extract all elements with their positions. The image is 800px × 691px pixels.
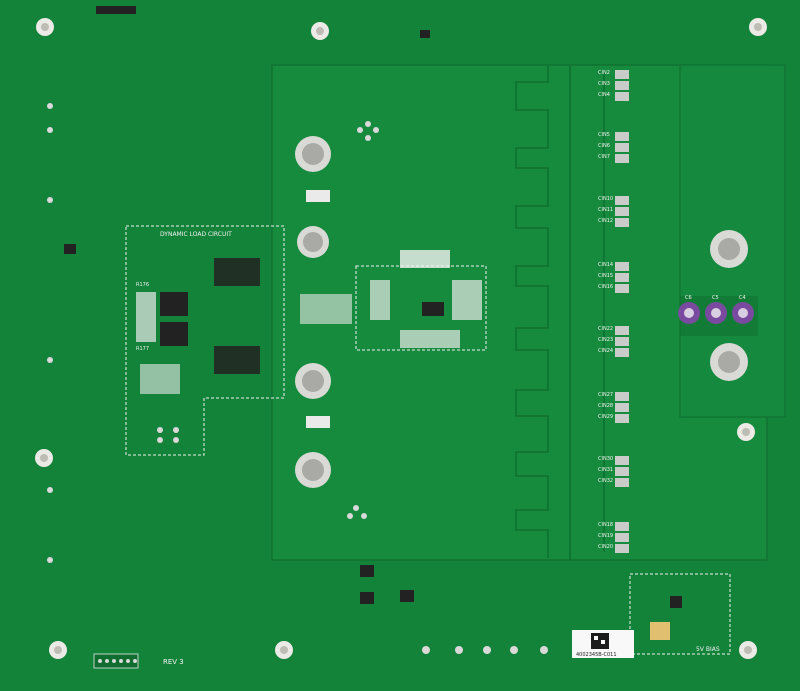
svg-text:CIN16: CIN16 bbox=[598, 284, 613, 290]
c4-label: C4 bbox=[739, 295, 746, 301]
svg-text:CIN4: CIN4 bbox=[598, 92, 610, 98]
svg-text:CIN27: CIN27 bbox=[598, 392, 613, 398]
svg-text:CIN20: CIN20 bbox=[598, 544, 613, 550]
svg-text:CIN22: CIN22 bbox=[598, 326, 613, 332]
svg-text:R176: R176 bbox=[136, 282, 149, 288]
svg-text:CIN7: CIN7 bbox=[598, 154, 610, 160]
svg-text:CIN12: CIN12 bbox=[598, 218, 613, 224]
svg-text:CIN5: CIN5 bbox=[598, 132, 610, 138]
svg-text:CIN2: CIN2 bbox=[598, 70, 610, 76]
svg-text:CIN15: CIN15 bbox=[598, 273, 613, 279]
svg-text:CIN24: CIN24 bbox=[598, 348, 613, 354]
svg-text:CIN30: CIN30 bbox=[598, 456, 613, 462]
svg-text:CIN23: CIN23 bbox=[598, 337, 613, 343]
c5-label: C5 bbox=[712, 295, 719, 301]
svg-text:CIN19: CIN19 bbox=[598, 533, 613, 539]
c6-label: C6 bbox=[685, 295, 692, 301]
dynamic-load-label: DYNAMIC LOAD CIRCUIT bbox=[160, 231, 232, 238]
qr-text: 4002345B-C011 bbox=[576, 652, 617, 658]
svg-text:CIN29: CIN29 bbox=[598, 414, 613, 420]
electrolytic-caps: C6 C5 C4 bbox=[678, 295, 758, 336]
svg-text:CIN11: CIN11 bbox=[598, 207, 613, 213]
svg-text:CIN3: CIN3 bbox=[598, 81, 610, 87]
svg-text:CIN10: CIN10 bbox=[598, 196, 613, 202]
svg-text:CIN28: CIN28 bbox=[598, 403, 613, 409]
pcb-board: DYNAMIC LOAD CIRCUIT 5V BIAS REV 3 40023… bbox=[0, 0, 800, 691]
svg-text:CIN31: CIN31 bbox=[598, 467, 613, 473]
rev-label: REV 3 bbox=[163, 658, 184, 666]
svg-text:CIN14: CIN14 bbox=[598, 262, 613, 268]
header-pins bbox=[93, 653, 139, 669]
svg-text:CIN18: CIN18 bbox=[598, 522, 613, 528]
svg-text:CIN32: CIN32 bbox=[598, 478, 613, 484]
bias-label: 5V BIAS bbox=[696, 646, 720, 653]
svg-text:CIN6: CIN6 bbox=[598, 143, 610, 149]
pcb-graphic: DYNAMIC LOAD CIRCUIT 5V BIAS REV 3 40023… bbox=[0, 0, 800, 691]
svg-text:R177: R177 bbox=[136, 346, 149, 352]
